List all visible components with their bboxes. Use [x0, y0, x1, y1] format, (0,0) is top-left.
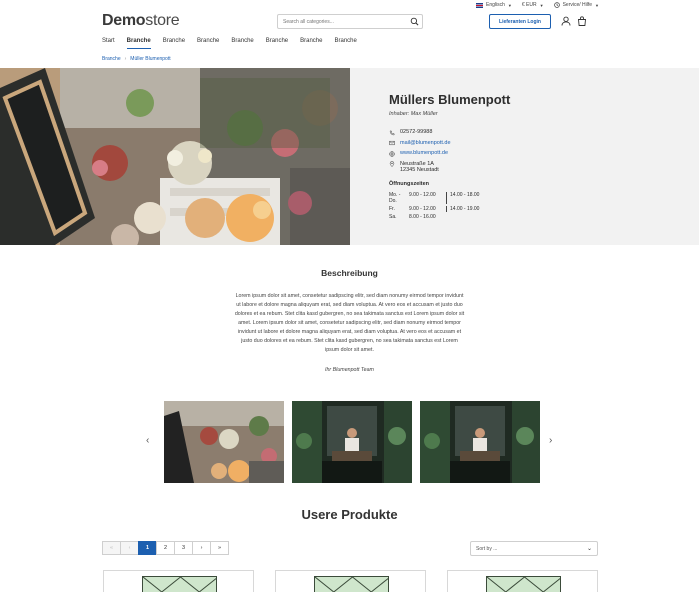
currency-label: € EUR — [521, 2, 537, 8]
pagination-prev-button[interactable]: ‹ — [120, 541, 139, 555]
contact-website: www.blumenpott.de — [389, 150, 639, 157]
description-text: Lorem ipsum dolor sit amet, consetetur s… — [234, 293, 465, 353]
pagination: « ‹ 1 2 3 › » — [102, 541, 229, 555]
nav-item-branche[interactable]: Branche — [300, 38, 322, 49]
nav-item-branche[interactable]: Branche — [231, 38, 253, 49]
breadcrumb-item-current[interactable]: Müller Blumenpott — [130, 56, 170, 62]
currency-switcher[interactable]: € EUR ▼ — [522, 2, 544, 8]
hours-day: Mo. - Do. — [389, 191, 401, 204]
search-input[interactable] — [278, 15, 403, 28]
flower-shop-image — [0, 68, 350, 245]
language-label: Englisch — [486, 2, 505, 8]
contact-address: Neustraße 1A 12345 Neustadt — [389, 161, 639, 173]
email-link[interactable]: mail@blumenpott.de — [400, 140, 451, 146]
product-card[interactable] — [103, 570, 254, 592]
globe-icon — [389, 150, 395, 157]
products-title: Usere Produkte — [301, 507, 398, 522]
description-signature: Ihr Blumenpott Team — [325, 367, 374, 373]
gallery-image[interactable] — [420, 401, 540, 483]
user-icon[interactable] — [561, 16, 571, 26]
hours-afternoon: 14.00 - 18.00 — [450, 191, 480, 198]
product-card[interactable] — [275, 570, 426, 592]
website-link[interactable]: www.blumenpott.de — [400, 150, 448, 156]
nav-item-branche[interactable]: Branche — [197, 38, 219, 49]
top-bar: Englisch ▼ € EUR ▼ Service/ Hilfe ▼ — [476, 0, 699, 10]
hours-day: Sa. — [389, 213, 397, 220]
caret-down-icon: ▼ — [539, 2, 544, 8]
description-title: Beschreibung — [321, 268, 378, 278]
phone-number: 02572-99988 — [400, 129, 433, 135]
shop-hero: Müllers Blumenpott Inhaber: Max Müller 0… — [0, 68, 699, 245]
contact-list: 02572-99988 mail@blumenpott.de www.blume… — [389, 129, 639, 173]
pagination-next-button[interactable]: › — [192, 541, 211, 555]
uk-flag-icon — [476, 2, 483, 8]
sort-select[interactable]: Sort by ... ⌄ — [470, 541, 598, 556]
hours-divider — [446, 191, 447, 204]
hours-afternoon: 14.00 - 19.00 — [450, 205, 480, 212]
product-image-placeholder — [142, 576, 217, 592]
nav-item-branche[interactable]: Branche — [334, 38, 356, 49]
hours-morning: 9.00 - 12.00 — [409, 205, 436, 212]
breadcrumb-separator-icon: › — [124, 56, 127, 62]
phone-icon — [389, 130, 395, 135]
product-image-placeholder — [314, 576, 389, 592]
caret-down-icon: ▼ — [507, 2, 512, 8]
language-switcher[interactable]: Englisch ▼ — [476, 2, 512, 8]
address-city: 12345 Neustadt — [400, 166, 439, 173]
chevron-left-icon[interactable]: ‹ — [146, 435, 149, 446]
service-label: Service/ Hilfe — [562, 2, 593, 8]
hours-morning: 9.00 - 12.00 — [409, 191, 436, 198]
nav-item-start[interactable]: Start — [102, 38, 115, 49]
opening-hours: Mo. - Do. 9.00 - 12.00 14.00 - 18.00 Fr.… — [389, 191, 639, 220]
nav-item-branche-active[interactable]: Branche — [126, 38, 151, 49]
service-menu[interactable]: Service/ Hilfe ▼ — [553, 2, 599, 8]
contact-email: mail@blumenpott.de — [389, 140, 639, 147]
gallery-image[interactable] — [292, 401, 412, 483]
contact-phone: 02572-99988 — [389, 129, 639, 136]
logo[interactable]: Demostore — [102, 12, 180, 30]
gallery-image[interactable] — [164, 401, 284, 483]
shop-owner: Inhaber: Max Müller — [389, 111, 438, 117]
main-navigation: Start Branche Branche Branche Branche Br… — [102, 38, 369, 49]
pagination-page-button[interactable]: 1 — [138, 541, 157, 555]
supplier-login-button[interactable]: Lieferanten Login — [489, 14, 551, 29]
shop-info: Müllers Blumenpott Inhaber: Max Müller 0… — [389, 92, 639, 222]
hours-morning: 8.00 - 16.00 — [409, 213, 436, 220]
sort-placeholder: Sort by ... — [476, 545, 498, 552]
address-street: Neustraße 1A — [400, 160, 434, 167]
description-section: Beschreibung Lorem ipsum dolor sit amet,… — [0, 268, 699, 373]
breadcrumb-item[interactable]: Branche — [102, 56, 121, 62]
location-icon — [389, 161, 395, 167]
pagination-last-button[interactable]: » — [210, 541, 229, 555]
header: Demostore Lieferanten Login — [102, 12, 599, 34]
search-icon[interactable] — [410, 17, 419, 26]
product-card[interactable] — [447, 570, 598, 592]
shop-name: Müllers Blumenpott — [389, 92, 511, 107]
chevron-right-icon[interactable]: › — [549, 435, 552, 446]
nav-item-branche[interactable]: Branche — [266, 38, 288, 49]
breadcrumb: Branche › Müller Blumenpott — [102, 56, 171, 62]
pagination-page-button[interactable]: 2 — [156, 541, 175, 555]
search-box — [277, 14, 423, 29]
logo-bold: Demo — [102, 12, 146, 29]
chevron-down-icon: ⌄ — [586, 546, 592, 552]
caret-down-icon: ▼ — [595, 2, 599, 8]
clock-icon — [553, 2, 560, 8]
hours-divider — [446, 205, 447, 212]
hours-row: Sa. 8.00 - 16.00 — [389, 214, 639, 220]
pagination-page-button[interactable]: 3 — [174, 541, 193, 555]
product-image-placeholder — [486, 576, 561, 592]
nav-item-branche[interactable]: Branche — [163, 38, 185, 49]
hours-row: Fr. 9.00 - 12.00 14.00 - 19.00 — [389, 205, 639, 212]
logo-rest: store — [145, 12, 180, 29]
pagination-first-button[interactable]: « — [102, 541, 121, 555]
opening-hours-title: Öffnungszeiten — [389, 180, 430, 187]
mail-icon — [389, 140, 395, 146]
image-gallery: ‹ › — [0, 401, 699, 483]
hours-row: Mo. - Do. 9.00 - 12.00 14.00 - 18.00 — [389, 191, 639, 204]
hours-day: Fr. — [389, 205, 395, 212]
cart-icon[interactable] — [577, 16, 587, 26]
